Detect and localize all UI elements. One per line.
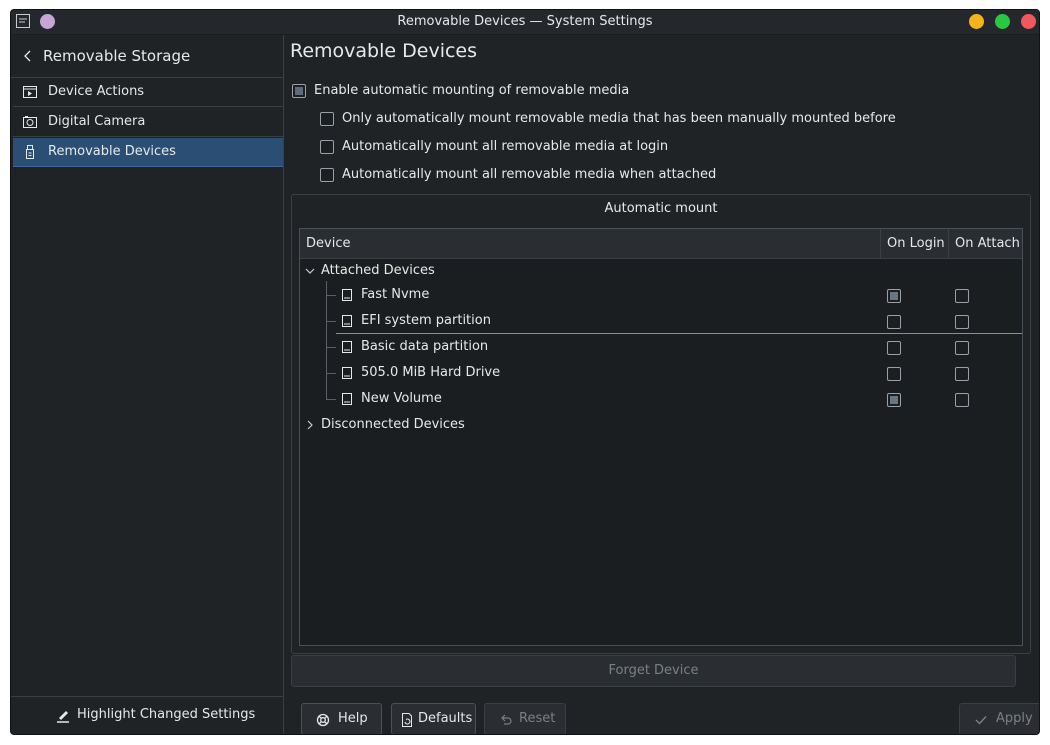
mount-when-attached-label[interactable]: Automatically mount all removable media … (342, 167, 716, 182)
disconnected-devices-label[interactable]: Disconnected Devices (321, 417, 465, 432)
title-bar: Removable Devices — System Settings (11, 10, 1039, 35)
sidebar-header: Removable Storage (11, 35, 283, 78)
sidebar: Removable Storage Device Actions Digital… (11, 35, 284, 734)
on-attach-checkbox[interactable] (955, 289, 969, 303)
tree-branch-line (326, 347, 336, 348)
highlight-changed-label: Highlight Changed Settings (77, 707, 256, 722)
tree-branch-line (326, 281, 327, 399)
on-attach-checkbox[interactable] (955, 341, 969, 355)
sidebar-item-label: Digital Camera (48, 114, 146, 129)
drive-icon (342, 393, 352, 405)
on-login-checkbox[interactable] (887, 341, 901, 355)
apply-button[interactable]: Apply (959, 703, 1039, 734)
device-tree[interactable]: Device On Login On Attach Attached Devic… (299, 228, 1023, 646)
on-login-checkbox[interactable] (887, 315, 901, 329)
device-name: 505.0 MiB Hard Drive (361, 365, 501, 380)
mount-at-login-label[interactable]: Automatically mount all removable media … (342, 139, 668, 154)
on-attach-checkbox[interactable] (955, 315, 969, 329)
reset-label: Reset (519, 711, 556, 726)
column-header-on-attach[interactable]: On Attach (948, 229, 1022, 259)
tree-branch-line (326, 399, 336, 400)
sidebar-item-device-actions[interactable]: Device Actions (13, 78, 283, 107)
device-actions-icon (23, 86, 37, 98)
back-arrow-icon[interactable] (21, 49, 35, 63)
sidebar-item-label: Removable Devices (48, 144, 176, 159)
mount-when-attached-checkbox[interactable] (320, 168, 334, 182)
help-button[interactable]: Help (301, 703, 382, 734)
undo-icon (501, 714, 512, 725)
column-header-device[interactable]: Device (300, 229, 880, 259)
maximize-button[interactable] (995, 14, 1010, 29)
enable-automount-label[interactable]: Enable automatic mounting of removable m… (314, 83, 629, 98)
sidebar-item-label: Device Actions (48, 84, 145, 99)
on-login-checkbox[interactable] (887, 367, 901, 381)
drive-icon (342, 315, 352, 327)
device-name: Basic data partition (361, 339, 489, 354)
defaults-label: Defaults (418, 711, 473, 726)
chevron-down-icon[interactable] (305, 266, 315, 276)
sidebar-title[interactable]: Removable Storage (43, 47, 190, 65)
highlighter-icon (57, 711, 69, 723)
group-title: Automatic mount (604, 201, 718, 216)
attached-devices-label[interactable]: Attached Devices (321, 263, 435, 278)
on-attach-checkbox[interactable] (955, 393, 969, 407)
tree-header: Device On Login On Attach (300, 229, 1022, 259)
minimize-button[interactable] (969, 14, 984, 29)
reset-button[interactable]: Reset (484, 703, 566, 734)
close-button[interactable] (1021, 14, 1036, 29)
on-login-checkbox[interactable] (887, 393, 901, 407)
row-separator (336, 333, 1022, 334)
chevron-right-icon[interactable] (305, 420, 315, 430)
apply-label: Apply (996, 711, 1033, 726)
mount-at-login-checkbox[interactable] (320, 140, 334, 154)
sidebar-item-removable-devices[interactable]: Removable Devices (13, 138, 283, 167)
window-title: Removable Devices — System Settings (397, 14, 653, 29)
usb-icon (26, 145, 34, 159)
defaults-button[interactable]: Defaults (391, 703, 476, 734)
drive-icon (342, 341, 352, 353)
drive-icon (342, 289, 352, 301)
help-label: Help (338, 711, 368, 726)
column-header-on-login[interactable]: On Login (880, 229, 948, 259)
camera-icon (23, 116, 37, 128)
tree-branch-line (326, 373, 336, 374)
device-name: New Volume (361, 391, 442, 406)
tree-branch-line (326, 295, 336, 296)
device-name: Fast Nvme (361, 287, 430, 302)
on-attach-checkbox[interactable] (955, 367, 969, 381)
system-settings-window: Removable Devices — System Settings Remo… (10, 9, 1040, 735)
automatic-mount-group: Automatic mount Device On Login On Attac… (291, 194, 1031, 654)
on-login-checkbox[interactable] (887, 289, 901, 303)
help-lifebuoy-icon (316, 713, 330, 727)
main-content: Removable Devices Enable automatic mount… (284, 35, 1039, 734)
only-manually-mounted-checkbox[interactable] (320, 112, 334, 126)
enable-automount-checkbox[interactable] (292, 84, 306, 98)
tree-branch-line (326, 321, 336, 322)
document-revert-icon (402, 713, 412, 727)
device-name: EFI system partition (361, 313, 491, 328)
page-title: Removable Devices (290, 40, 478, 62)
drive-icon (342, 367, 352, 379)
checkmark-icon (975, 716, 987, 725)
only-manually-mounted-label[interactable]: Only automatically mount removable media… (342, 111, 896, 126)
sidebar-item-digital-camera[interactable]: Digital Camera (13, 108, 283, 137)
forget-device-button[interactable]: Forget Device (291, 655, 1016, 687)
highlight-changed-settings-button[interactable]: Highlight Changed Settings (11, 696, 283, 734)
